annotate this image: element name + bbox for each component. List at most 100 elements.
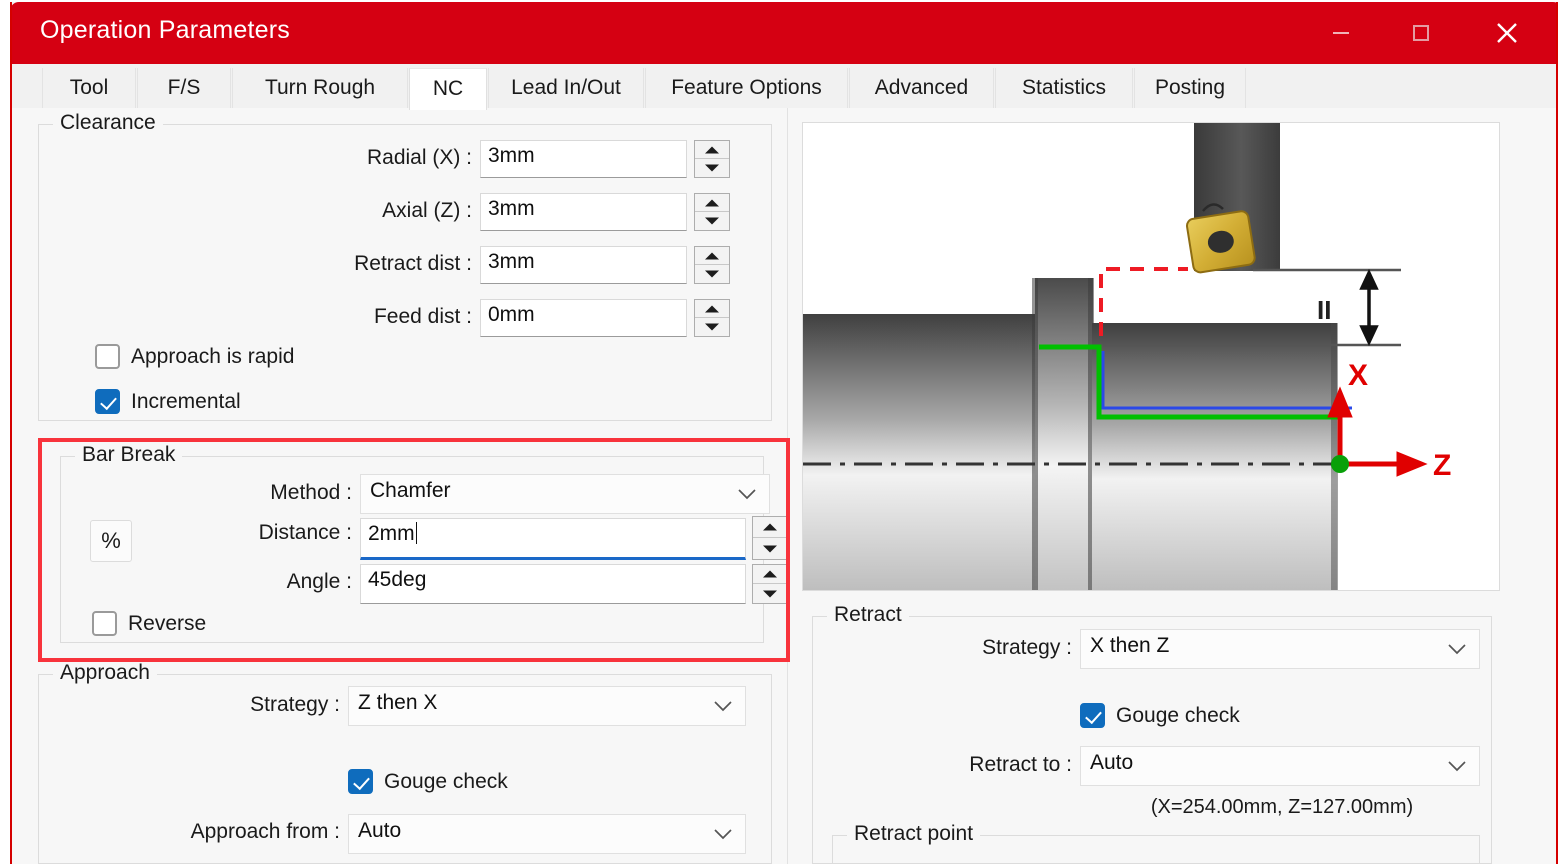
chevron-up-icon (705, 146, 719, 153)
tab-feature-options[interactable]: Feature Options (645, 68, 848, 108)
tab-strip: Tool F/S Turn Rough NC Lead In/Out Featu… (12, 66, 1556, 110)
bar-break-group-title: Bar Break (75, 443, 183, 467)
chevron-down-icon (705, 323, 719, 331)
method-value: Chamfer (370, 479, 451, 502)
retract-dist-stepper[interactable] (694, 246, 730, 284)
angle-label: Angle : (286, 570, 352, 593)
approach-gouge-check-label: Gouge check (384, 769, 508, 793)
distance-label: Distance : (258, 521, 352, 544)
close-icon (1497, 23, 1517, 43)
maximize-icon (1413, 25, 1429, 41)
incremental-checkbox[interactable]: Incremental (95, 389, 241, 414)
retract-dist-input[interactable]: 3mm (480, 246, 687, 284)
chevron-down-icon (714, 701, 732, 712)
retract-to-label: Retract to : (969, 753, 1072, 776)
angle-stepper[interactable] (752, 564, 788, 604)
reverse-checkbox[interactable]: Reverse (92, 611, 206, 636)
feed-dist-stepper[interactable] (694, 299, 730, 337)
axial-z-input[interactable]: 3mm (480, 193, 687, 231)
method-label: Method : (270, 481, 352, 504)
reverse-label: Reverse (128, 611, 207, 635)
approach-strategy-select[interactable]: Z then X (348, 686, 746, 726)
percent-toggle-button[interactable]: % (90, 520, 132, 562)
chevron-down-icon (705, 164, 719, 172)
axial-z-stepper[interactable] (694, 193, 730, 231)
distance-stepper[interactable] (752, 516, 788, 560)
window-title: Operation Parameters (40, 16, 290, 44)
approach-group-title: Approach (53, 661, 157, 685)
approach-gouge-check-checkbox[interactable]: Gouge check (348, 769, 508, 794)
retract-point-group: Retract point (832, 822, 1480, 864)
retract-coordinates: (X=254.00mm, Z=127.00mm) (1150, 796, 1414, 818)
chevron-down-icon (705, 270, 719, 278)
retract-dist-label: Retract dist : (354, 252, 472, 275)
minimize-button[interactable] (1310, 2, 1372, 64)
feed-dist-input[interactable]: 0mm (480, 299, 687, 337)
chevron-up-icon (763, 523, 777, 531)
text-caret (415, 522, 417, 544)
maximize-button[interactable] (1390, 2, 1452, 64)
toolpath-preview[interactable]: II X Z (802, 122, 1500, 591)
axis-x-label: X (1348, 359, 1368, 392)
approach-from-label: Approach from : (190, 820, 340, 843)
chevron-down-icon (763, 545, 777, 552)
distance-value: 2mm (368, 522, 415, 545)
axial-z-label: Axial (Z) : (382, 199, 472, 222)
axis-z-label: Z (1433, 449, 1451, 482)
approach-is-rapid-checkbox[interactable]: Approach is rapid (95, 344, 294, 369)
nc-tab-panel: Clearance Radial (X) : 3mm Axial (Z) : 3… (12, 108, 1556, 864)
operation-parameters-window: Operation Parameters Tool F/S Turn Rough… (10, 2, 1558, 864)
chevron-down-icon (1448, 761, 1466, 772)
retract-group-title: Retract (827, 603, 909, 627)
tab-turn-rough[interactable]: Turn Rough (232, 68, 408, 108)
retract-to-select[interactable]: Auto (1080, 746, 1480, 786)
retract-gouge-check-checkbox[interactable]: Gouge check (1080, 703, 1240, 728)
retract-strategy-value: X then Z (1090, 634, 1170, 657)
approach-strategy-value: Z then X (358, 691, 438, 714)
approach-from-select[interactable]: Auto (348, 814, 746, 854)
tab-nc[interactable]: NC (409, 68, 487, 110)
checkbox-box (348, 769, 373, 794)
distance-input[interactable]: 2mm (360, 518, 746, 560)
tab-tool[interactable]: Tool (42, 68, 136, 108)
chevron-down-icon (714, 829, 732, 840)
approach-strategy-label: Strategy : (250, 693, 340, 716)
retract-point-group-title: Retract point (847, 822, 981, 846)
tab-statistics[interactable]: Statistics (995, 68, 1133, 108)
chevron-down-icon (1448, 644, 1466, 655)
chevron-down-icon (705, 217, 719, 225)
minimize-icon (1333, 32, 1349, 34)
title-bar: Operation Parameters (12, 2, 1556, 64)
tab-posting[interactable]: Posting (1134, 68, 1246, 108)
close-button[interactable] (1476, 2, 1538, 64)
chevron-up-icon (705, 199, 719, 206)
method-select[interactable]: Chamfer (360, 474, 770, 514)
tab-fs[interactable]: F/S (137, 68, 231, 108)
approach-from-value: Auto (358, 819, 402, 842)
chevron-up-icon (763, 570, 777, 578)
dimension-marker-label: II (1317, 295, 1331, 325)
incremental-label: Incremental (131, 389, 241, 413)
chevron-down-icon (738, 489, 756, 500)
checkbox-box (92, 611, 117, 636)
feed-dist-label: Feed dist : (373, 305, 472, 328)
retract-strategy-label: Strategy : (982, 636, 1072, 659)
panel-divider (787, 108, 788, 864)
tab-lead-in-out[interactable]: Lead In/Out (488, 68, 644, 108)
retract-to-value: Auto (1090, 751, 1134, 774)
chevron-up-icon (705, 252, 719, 259)
checkbox-box (1080, 703, 1105, 728)
checkbox-box (95, 389, 120, 414)
checkbox-box (95, 344, 120, 369)
clearance-group-title: Clearance (53, 111, 163, 135)
tab-advanced[interactable]: Advanced (849, 68, 994, 108)
radial-x-label: Radial (X) : (366, 146, 472, 169)
toolpath-preview-graphic: II X Z (803, 123, 1499, 590)
radial-x-stepper[interactable] (694, 140, 730, 178)
radial-x-input[interactable]: 3mm (480, 140, 687, 178)
retract-strategy-select[interactable]: X then Z (1080, 629, 1480, 669)
chevron-down-icon (763, 590, 777, 597)
angle-input[interactable]: 45deg (360, 564, 746, 604)
approach-is-rapid-label: Approach is rapid (131, 344, 295, 368)
chevron-up-icon (705, 305, 719, 312)
